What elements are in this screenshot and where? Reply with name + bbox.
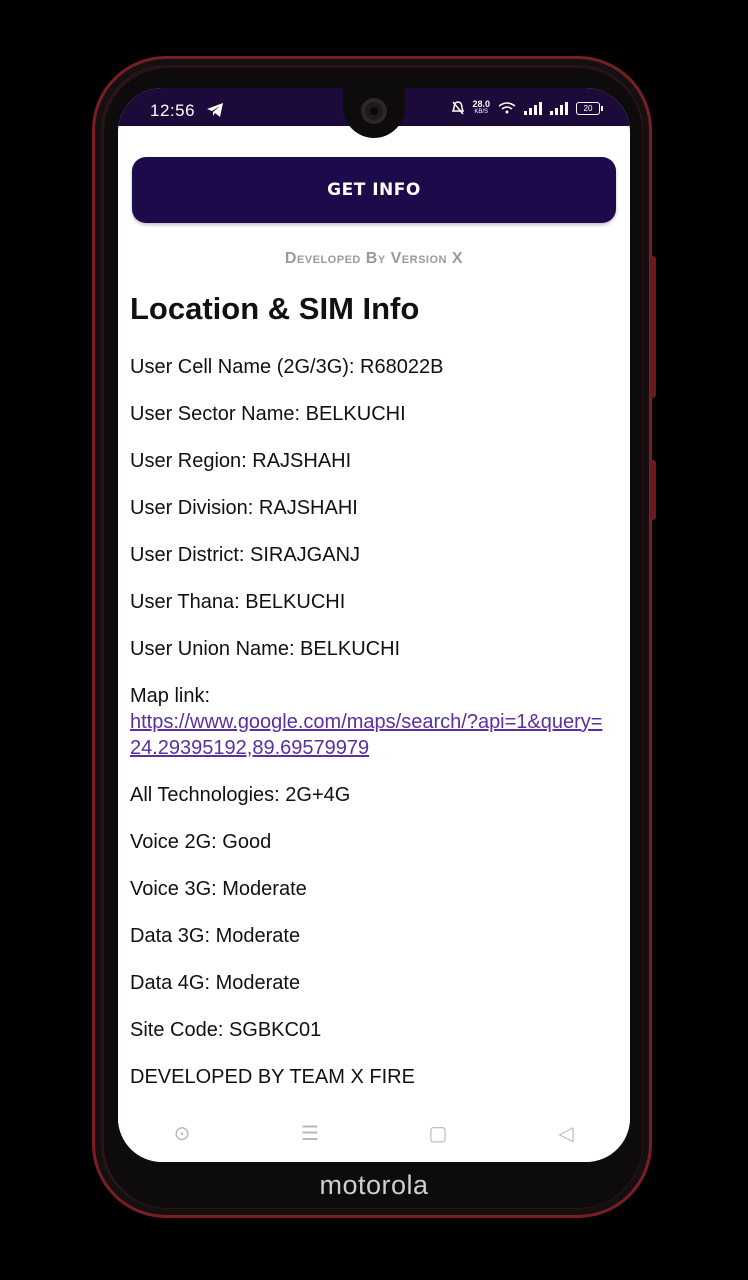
power-button	[650, 460, 656, 520]
info-row-sector: User Sector Name: BELKUCHI	[130, 403, 406, 425]
info-row-voice-2g: Voice 2G: Good	[130, 831, 272, 853]
navigation-bar: ⊙ ☰ ▢ ◁	[118, 1104, 630, 1162]
map-link[interactable]: https://www.google.com/maps/search/?api=…	[130, 711, 602, 759]
brand-logo: motorola	[319, 1170, 429, 1200]
developed-by-label: Developed By Version X	[284, 250, 464, 267]
info-row-region: User Region: RAJSHAHI	[130, 450, 352, 472]
info-row-union: User Union Name: BELKUCHI	[130, 638, 401, 660]
signal-bars-1-icon	[524, 101, 542, 115]
menu-icon[interactable]: ☰	[290, 1121, 330, 1146]
info-row-cell-name: User Cell Name (2G/3G): R68022B	[130, 356, 444, 378]
mute-bell-icon	[452, 101, 465, 115]
map-link-label: Map link:	[130, 685, 211, 707]
info-row-data-4g: Data 4G: Moderate	[130, 972, 301, 994]
info-section: Location & SIM Info User Cell Name (2G/3…	[130, 290, 610, 1111]
info-row-voice-3g: Voice 3G: Moderate	[130, 878, 307, 900]
signal-bars-2-icon	[550, 101, 568, 115]
info-row-site-code: Site Code: SGBKC01	[130, 1019, 322, 1041]
info-row-technologies: All Technologies: 2G+4G	[130, 784, 351, 806]
telegram-icon	[207, 103, 223, 117]
recents-icon[interactable]: ▢	[418, 1121, 458, 1146]
volume-button	[650, 256, 656, 398]
back-icon[interactable]: ◁	[546, 1121, 586, 1146]
battery-icon: 20	[576, 101, 603, 115]
get-info-button[interactable]: GET INFO	[132, 157, 616, 223]
info-row-district: User District: SIRAJGANJ	[130, 544, 361, 566]
status-time: 12:56	[150, 101, 196, 120]
info-row-thana: User Thana: BELKUCHI	[130, 591, 346, 613]
screen: 12:56 28.0 KB/S 20 GET INFO Developed By…	[118, 88, 630, 1162]
network-speed: 28.0 KB/S	[472, 100, 490, 116]
camera-icon	[361, 98, 387, 124]
home-icon[interactable]: ⊙	[162, 1121, 202, 1146]
wifi-icon	[498, 102, 516, 114]
speed-unit: KB/S	[474, 109, 489, 115]
page-title: Location & SIM Info	[130, 291, 420, 326]
status-icons: 28.0 KB/S 20	[452, 100, 603, 116]
info-row-division: User Division: RAJSHAHI	[130, 497, 358, 519]
info-row-data-3g: Data 3G: Moderate	[130, 925, 301, 947]
map-link-row: Map link: https://www.google.com/maps/se…	[130, 683, 610, 761]
footer-credit: DEVELOPED BY TEAM X FIRE	[130, 1066, 415, 1088]
